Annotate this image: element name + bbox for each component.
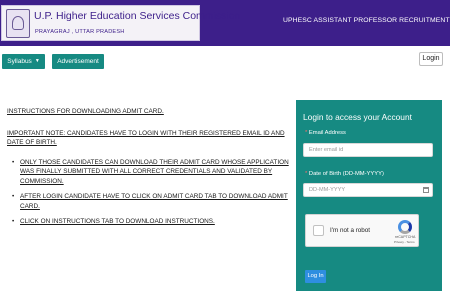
- list-item: ONLY THOSE CANDIDATES CAN DOWNLOAD THEIR…: [12, 158, 290, 186]
- recaptcha-widget: I'm not a robot reCAPTCHA Privacy - Term…: [305, 214, 419, 247]
- instructions-heading: INSTRUCTIONS FOR DOWNLOADING ADMIT CARD.: [7, 108, 164, 115]
- syllabus-label: Syllabus: [7, 58, 32, 65]
- list-item: CLICK ON INSTRUCTIONS TAB TO DOWNLOAD IN…: [12, 217, 290, 227]
- brand-title: U.P. Higher Education Services Commissio…: [34, 10, 241, 22]
- emblem-icon: [6, 9, 30, 38]
- list-item: AFTER LOGIN CANDIDATE HAVE TO CLICK ON A…: [12, 192, 290, 211]
- page-title: UPHESC ASSISTANT PROFESSOR RECRUITMENT: [283, 17, 450, 24]
- dob-label: * Date of Birth (DD-MM-YYYY): [305, 171, 384, 177]
- email-field[interactable]: [303, 143, 433, 157]
- recaptcha-brand: reCAPTCHA: [395, 235, 416, 239]
- important-note: IMPORTANT NOTE: CANDIDATES HAVE TO LOGIN…: [7, 130, 285, 147]
- captcha-label: I'm not a robot: [330, 227, 371, 234]
- login-panel-title: Login to access your Account: [303, 112, 412, 122]
- brand-subtitle: PRAYAGRAJ , UTTAR PRADESH: [35, 29, 125, 35]
- email-label: * Email Address: [305, 130, 346, 136]
- nav-bar: Syllabus ▼ Advertisement Login: [0, 46, 450, 76]
- advertisement-button[interactable]: Advertisement: [52, 54, 104, 69]
- login-button[interactable]: Login: [419, 52, 443, 66]
- captcha-checkbox[interactable]: [313, 225, 324, 236]
- recaptcha-terms-link[interactable]: Privacy - Terms: [394, 240, 415, 244]
- calendar-icon[interactable]: [423, 187, 429, 193]
- site-header: U.P. Higher Education Services Commissio…: [0, 0, 450, 46]
- login-submit-button[interactable]: Log In: [305, 270, 326, 283]
- instructions-section: INSTRUCTIONS FOR DOWNLOADING ADMIT CARD.…: [0, 100, 296, 291]
- instructions-list: ONLY THOSE CANDIDATES CAN DOWNLOAD THEIR…: [12, 158, 290, 232]
- syllabus-dropdown-button[interactable]: Syllabus ▼: [2, 54, 45, 69]
- brand-logo[interactable]: U.P. Higher Education Services Commissio…: [1, 5, 240, 41]
- dob-field[interactable]: [303, 183, 433, 197]
- chevron-down-icon: ▼: [34, 58, 40, 64]
- recaptcha-icon: [398, 220, 412, 234]
- login-panel: Login to access your Account * Email Add…: [296, 100, 442, 291]
